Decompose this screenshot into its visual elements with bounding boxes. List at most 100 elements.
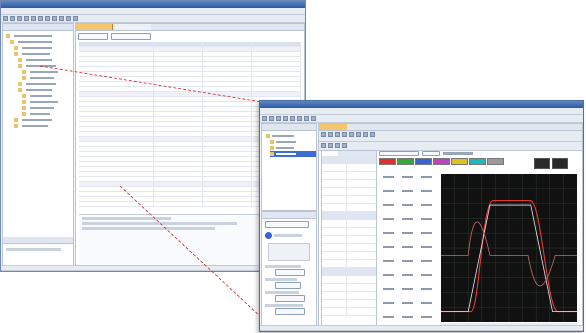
channel-swatch[interactable]	[469, 158, 486, 165]
channel-swatch[interactable]	[487, 158, 504, 165]
fft-icon[interactable]	[342, 143, 347, 148]
new-icon[interactable]	[3, 16, 8, 21]
settings-row-label	[322, 156, 347, 163]
overlay-icon[interactable]	[321, 143, 326, 148]
settings-row[interactable]	[322, 308, 376, 316]
servo-assistant-header	[262, 212, 316, 219]
trigger-select[interactable]	[379, 150, 419, 156]
graph-save-icon[interactable]	[356, 132, 361, 137]
record-button[interactable]	[534, 158, 550, 169]
settings-row[interactable]	[322, 252, 376, 260]
tree-selected-axis[interactable]	[270, 151, 316, 157]
scale-tick-label	[402, 260, 413, 262]
filter-select[interactable]	[78, 33, 108, 40]
new-project-icon[interactable]	[262, 116, 267, 121]
settings-row[interactable]	[322, 180, 376, 188]
undo-icon[interactable]	[52, 16, 57, 21]
settings-row-label	[322, 260, 347, 267]
step-2-button[interactable]	[275, 282, 301, 289]
settings-row[interactable]	[322, 284, 376, 292]
scale-tick-label	[383, 246, 394, 248]
channel-swatch[interactable]	[451, 158, 468, 165]
measure-icon[interactable]	[335, 143, 340, 148]
paste-icon[interactable]	[45, 16, 50, 21]
find-icon[interactable]	[66, 16, 71, 21]
graph-open-icon[interactable]	[363, 132, 368, 137]
channel-swatch[interactable]	[433, 158, 450, 165]
scale-tick-label	[421, 246, 432, 248]
step-3-button[interactable]	[275, 295, 305, 302]
servo-assistant-panel	[261, 211, 317, 329]
monitor-icon[interactable]	[297, 116, 302, 121]
save-project-icon[interactable]	[276, 116, 281, 121]
channel-swatch[interactable]	[379, 158, 396, 165]
front-window-titlebar	[260, 101, 583, 108]
graph-cursor-icon[interactable]	[349, 132, 354, 137]
channel-swatch[interactable]	[415, 158, 432, 165]
settings-row-label	[322, 164, 347, 171]
settings-row-value	[347, 268, 376, 275]
open-project-icon[interactable]	[269, 116, 274, 121]
scroll-icon[interactable]	[328, 143, 333, 148]
scale-columns	[383, 176, 432, 318]
settings-row[interactable]	[322, 212, 376, 220]
connect-icon[interactable]	[290, 116, 295, 121]
folder-icon	[10, 40, 14, 44]
scale-tick-label	[421, 274, 432, 276]
settings-row[interactable]	[322, 276, 376, 284]
help-icon[interactable]	[73, 16, 78, 21]
graph-start-icon[interactable]	[321, 132, 326, 137]
settings-row[interactable]	[322, 228, 376, 236]
back-menubar	[1, 8, 305, 15]
scale-tick-label	[383, 302, 394, 304]
scale-tick-label	[383, 260, 394, 262]
graph-icon[interactable]	[304, 116, 309, 121]
settings-row[interactable]	[322, 300, 376, 308]
settings-row[interactable]	[322, 188, 376, 196]
trigger-level[interactable]	[422, 150, 440, 156]
back-tab-2[interactable]	[115, 24, 151, 30]
settings-row[interactable]	[322, 164, 376, 172]
help-icon[interactable]	[311, 116, 316, 121]
back-tab-1[interactable]	[76, 24, 113, 30]
save-icon[interactable]	[17, 16, 22, 21]
step-1-button[interactable]	[275, 269, 305, 276]
pause-button[interactable]	[552, 158, 568, 169]
copy-icon[interactable]	[38, 16, 43, 21]
settings-row-label	[322, 204, 347, 211]
graph-zoom-icon[interactable]	[342, 132, 347, 137]
channel-swatch[interactable]	[397, 158, 414, 165]
settings-row[interactable]	[322, 156, 376, 164]
cut-icon[interactable]	[31, 16, 36, 21]
settings-row[interactable]	[322, 236, 376, 244]
back-tab-strip	[76, 24, 304, 31]
graph-trigger-icon[interactable]	[335, 132, 340, 137]
open-icon[interactable]	[10, 16, 15, 21]
redo-icon[interactable]	[59, 16, 64, 21]
graph-print-icon[interactable]	[370, 132, 375, 137]
print-icon[interactable]	[24, 16, 29, 21]
settings-row[interactable]	[322, 220, 376, 228]
folder-icon	[22, 106, 26, 110]
settings-row[interactable]	[322, 196, 376, 204]
filter-option[interactable]	[111, 33, 151, 40]
step-4-button[interactable]	[275, 308, 305, 315]
back-tree-item[interactable]	[14, 123, 73, 129]
settings-row-value	[347, 180, 376, 187]
settings-row-label	[322, 212, 347, 219]
graph-tab[interactable]	[319, 124, 347, 130]
settings-row-value	[347, 292, 376, 299]
settings-row[interactable]	[322, 292, 376, 300]
assistant-select[interactable]	[265, 221, 309, 228]
scale-tick-label	[402, 302, 413, 304]
settings-row-label	[322, 180, 347, 187]
scale-tick-label	[383, 232, 394, 234]
settings-row[interactable]	[322, 268, 376, 276]
settings-row[interactable]	[322, 244, 376, 252]
settings-row[interactable]	[322, 204, 376, 212]
settings-row[interactable]	[322, 172, 376, 180]
graph-stop-icon[interactable]	[328, 132, 333, 137]
print-icon[interactable]	[283, 116, 288, 121]
project-panel-header	[262, 124, 316, 131]
settings-row[interactable]	[322, 260, 376, 268]
